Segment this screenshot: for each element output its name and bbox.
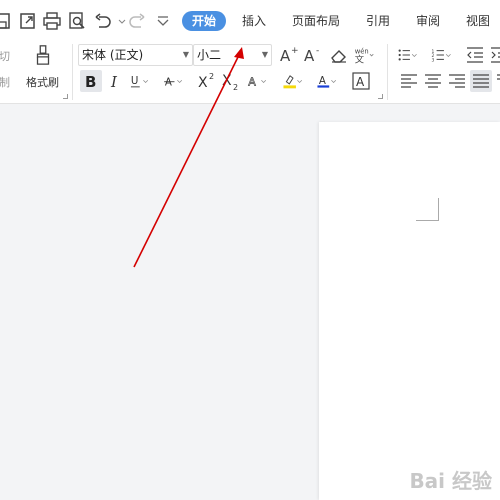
divider — [72, 44, 73, 100]
svg-text:+: + — [291, 46, 299, 56]
copy-button[interactable]: 复制 — [0, 74, 10, 90]
italic-label: I — [110, 73, 118, 91]
svg-text:A: A — [165, 76, 172, 88]
decrease-indent-icon[interactable] — [464, 44, 486, 66]
bullet-list-icon[interactable] — [396, 44, 426, 66]
underline-button[interactable]: U — [128, 70, 158, 92]
font-family-value: 宋体 (正文) — [82, 48, 144, 62]
increase-indent-icon[interactable] — [488, 44, 500, 66]
superscript-icon[interactable]: X2 — [196, 70, 218, 92]
distributed-align-icon[interactable] — [494, 70, 500, 92]
undo-icon[interactable] — [93, 11, 113, 31]
svg-text:A: A — [304, 47, 315, 65]
subscript-icon[interactable]: X2 — [220, 70, 242, 92]
svg-text:2: 2 — [209, 72, 214, 81]
tab-review[interactable]: 审阅 — [416, 11, 440, 31]
save-icon[interactable] — [0, 11, 12, 31]
grow-font-icon[interactable]: A + — [278, 44, 300, 66]
cut-button[interactable]: 剪切 — [0, 48, 10, 64]
svg-text:3: 3 — [431, 58, 434, 64]
numbered-list-icon[interactable]: 123 — [430, 44, 460, 66]
italic-button[interactable]: I — [104, 70, 126, 92]
font-family-select[interactable]: 宋体 (正文) ▼ — [78, 44, 193, 66]
svg-text:A: A — [319, 75, 326, 87]
bold-label: B — [85, 73, 96, 91]
svg-text:-: - — [316, 46, 319, 56]
font-size-value: 小二 — [197, 48, 222, 62]
divider — [387, 44, 388, 100]
title-bar: 开始 插入 页面布局 引用 审阅 视图 — [0, 0, 500, 40]
svg-text:X: X — [198, 75, 208, 91]
undo-dropdown-icon[interactable] — [112, 11, 126, 31]
underline-label: U — [131, 75, 139, 87]
export-icon[interactable] — [18, 11, 38, 31]
document-page[interactable] — [319, 122, 500, 500]
redo-icon[interactable] — [127, 11, 147, 31]
tab-references[interactable]: 引用 — [366, 11, 390, 31]
svg-text:A: A — [280, 47, 291, 65]
font-size-select[interactable]: 小二 ▼ — [193, 44, 272, 66]
character-border-icon[interactable]: A — [350, 70, 372, 92]
print-preview-icon[interactable] — [67, 11, 87, 31]
tab-home[interactable]: 开始 — [182, 11, 227, 31]
print-icon[interactable] — [42, 11, 62, 31]
svg-text:2: 2 — [233, 83, 238, 92]
clipboard-launcher[interactable] — [63, 94, 68, 99]
chevron-down-icon: ▼ — [182, 50, 189, 59]
font-launcher[interactable] — [378, 94, 383, 99]
tab-page-layout[interactable]: 页面布局 — [292, 11, 340, 31]
align-left-icon[interactable] — [398, 70, 420, 92]
page-margin-marker — [416, 198, 439, 221]
svg-text:X: X — [222, 73, 232, 89]
strikethrough-button[interactable]: A — [162, 70, 192, 92]
phonetic-guide-icon[interactable]: wén 文 — [353, 44, 379, 66]
align-right-icon[interactable] — [446, 70, 468, 92]
svg-text:A: A — [248, 75, 256, 88]
ribbon: 剪切 复制 格式刷 宋体 (正文) ▼ 小二 ▼ A+ A- wén文 B I … — [0, 40, 500, 104]
bold-button[interactable]: B — [80, 70, 102, 92]
watermark: Bai 经验 — [409, 469, 492, 493]
shrink-font-icon[interactable]: A- — [302, 44, 324, 66]
tab-insert[interactable]: 插入 — [242, 11, 266, 31]
svg-text:文: 文 — [355, 54, 364, 66]
format-painter-button[interactable]: 格式刷 — [26, 74, 59, 90]
character-border-label: A — [356, 75, 365, 89]
highlight-icon[interactable] — [282, 70, 312, 92]
chevron-down-icon: ▼ — [261, 50, 268, 59]
customize-icon[interactable] — [153, 11, 173, 31]
format-painter-icon[interactable] — [32, 44, 56, 68]
font-color-icon[interactable]: A — [316, 70, 346, 92]
justify-icon[interactable] — [470, 70, 492, 92]
tab-view[interactable]: 视图 — [466, 11, 490, 31]
eraser-icon[interactable] — [328, 44, 350, 66]
align-center-icon[interactable] — [422, 70, 444, 92]
text-effect-icon[interactable]: A — [246, 70, 276, 92]
